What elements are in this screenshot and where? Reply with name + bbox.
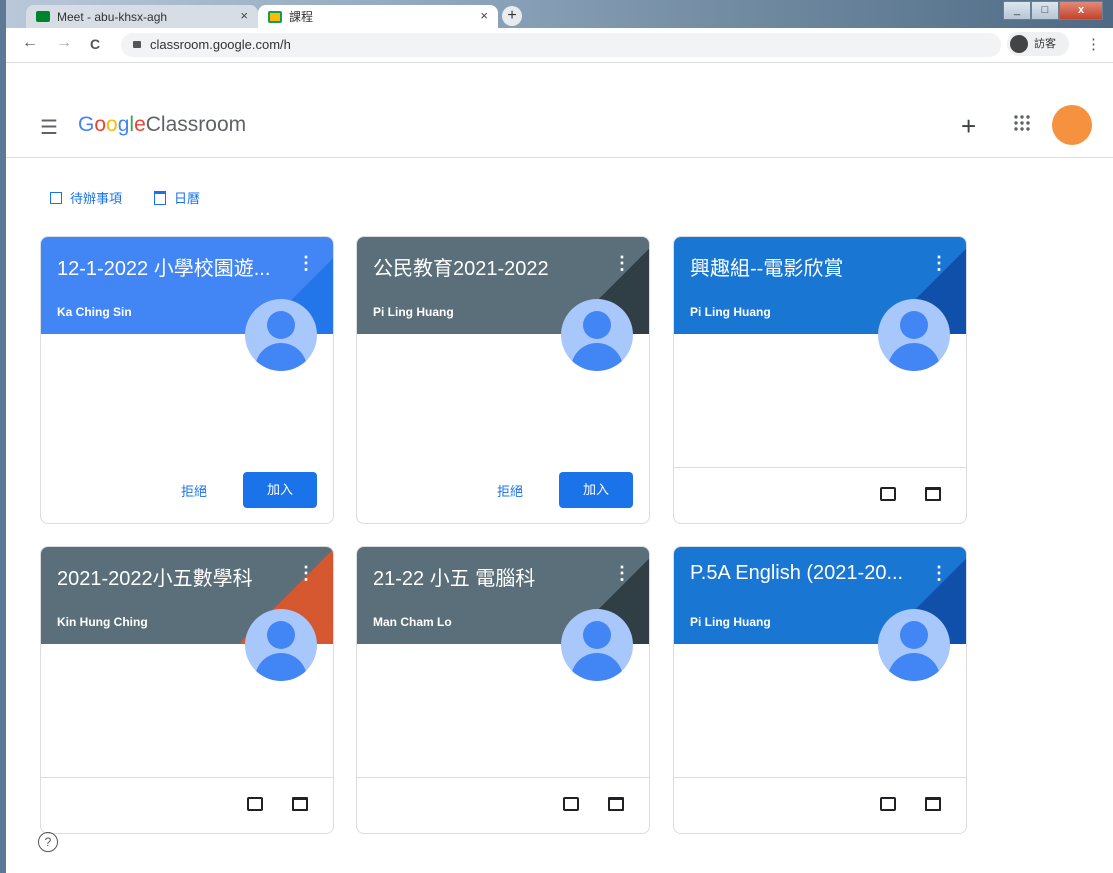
join-button[interactable]: 加入	[243, 472, 317, 508]
profile-label: 訪客	[1034, 38, 1056, 50]
teacher-name: Pi Ling Huang	[690, 615, 771, 629]
teacher-avatar	[561, 299, 633, 371]
more-options-icon[interactable]: ⋮	[613, 563, 631, 584]
teacher-avatar	[878, 299, 950, 371]
url-text: classroom.google.com/h	[150, 37, 291, 52]
profile-icon	[1010, 35, 1028, 53]
window-controls: _ □ x	[1003, 1, 1103, 20]
lock-icon	[133, 41, 141, 48]
class-title[interactable]: P.5A English (2021-20...	[690, 562, 930, 585]
forward-icon[interactable]: →	[56, 34, 72, 52]
drive-folder-icon[interactable]	[925, 487, 941, 501]
more-options-icon[interactable]: ⋮	[297, 253, 315, 274]
join-button[interactable]: 加入	[559, 472, 633, 508]
google-apps-icon[interactable]	[1014, 115, 1030, 136]
calendar-link[interactable]: 日曆	[154, 188, 200, 207]
product-name: Classroom	[145, 113, 247, 136]
class-title[interactable]: 2021-2022小五數學科	[57, 562, 297, 591]
close-tab-icon[interactable]: ×	[480, 8, 488, 23]
class-card[interactable]: 公民教育2021-2022 Pi Ling Huang ⋮ 拒絕 加入	[356, 236, 650, 524]
google-letter: o	[106, 113, 118, 136]
teacher-name: Pi Ling Huang	[373, 305, 454, 319]
main-menu-icon[interactable]: ☰	[40, 115, 58, 140]
reload-icon[interactable]: C	[90, 36, 100, 52]
account-avatar[interactable]	[1052, 105, 1092, 145]
calendar-label: 日曆	[174, 191, 201, 206]
teacher-name: Pi Ling Huang	[690, 305, 771, 319]
create-join-class-icon[interactable]: +	[961, 111, 976, 142]
todo-icon	[50, 191, 62, 204]
reject-button[interactable]: 拒絕	[497, 481, 523, 500]
teacher-avatar	[245, 609, 317, 681]
card-footer	[41, 777, 333, 833]
assignments-portfolio-icon[interactable]	[563, 797, 579, 811]
calendar-icon	[154, 190, 166, 205]
class-title[interactable]: 興趣組--電影欣賞	[690, 252, 930, 281]
classroom-logo[interactable]: GoogleClassroom	[78, 113, 246, 137]
teacher-avatar	[245, 299, 317, 371]
teacher-name: Ka Ching Sin	[57, 305, 132, 319]
class-card[interactable]: 興趣組--電影欣賞 Pi Ling Huang ⋮	[673, 236, 967, 524]
back-icon[interactable]: ←	[22, 34, 38, 52]
assignments-portfolio-icon[interactable]	[880, 797, 896, 811]
classroom-icon	[268, 10, 282, 23]
address-bar: ← → C classroom.google.com/h 訪客 ⋮	[6, 28, 1113, 63]
more-options-icon[interactable]: ⋮	[930, 563, 948, 584]
todo-label: 待辦事項	[70, 191, 123, 206]
minimize-button[interactable]: _	[1003, 1, 1031, 20]
card-footer	[674, 467, 966, 523]
class-title[interactable]: 21-22 小五 電腦科	[373, 562, 613, 591]
class-card[interactable]: 2021-2022小五數學科 Kin Hung Ching ⋮	[40, 546, 334, 834]
url-input[interactable]: classroom.google.com/h	[121, 33, 1001, 57]
title-bar: Meet - abu-khsx-agh × 課程 × + _ □ x	[6, 0, 1113, 28]
card-footer	[674, 777, 966, 833]
reject-button[interactable]: 拒絕	[181, 481, 207, 500]
tab-title: Meet - abu-khsx-agh	[57, 9, 168, 24]
more-options-icon[interactable]: ⋮	[613, 253, 631, 274]
class-card[interactable]: P.5A English (2021-20... Pi Ling Huang ⋮	[673, 546, 967, 834]
more-options-icon[interactable]: ⋮	[930, 253, 948, 274]
teacher-avatar	[878, 609, 950, 681]
google-letter: G	[78, 113, 95, 136]
browser-menu-icon[interactable]: ⋮	[1086, 35, 1101, 53]
drive-folder-icon[interactable]	[608, 797, 624, 811]
classroom-header: ☰ GoogleClassroom +	[6, 97, 1113, 158]
card-footer	[357, 777, 649, 833]
class-card[interactable]: 21-22 小五 電腦科 Man Cham Lo ⋮	[356, 546, 650, 834]
teacher-name: Kin Hung Ching	[57, 615, 148, 629]
teacher-name: Man Cham Lo	[373, 615, 452, 629]
google-letter: g	[117, 113, 130, 136]
close-window-button[interactable]: x	[1059, 1, 1103, 20]
maximize-button[interactable]: □	[1031, 1, 1059, 20]
todo-link[interactable]: 待辦事項	[50, 188, 122, 207]
meet-icon	[36, 11, 50, 22]
google-letter: e	[134, 113, 146, 136]
browser-window: Meet - abu-khsx-agh × 課程 × + _ □ x ← → C…	[6, 0, 1113, 873]
assignments-portfolio-icon[interactable]	[880, 487, 896, 501]
teacher-avatar	[561, 609, 633, 681]
drive-folder-icon[interactable]	[925, 797, 941, 811]
more-options-icon[interactable]: ⋮	[297, 563, 315, 584]
close-tab-icon[interactable]: ×	[240, 8, 248, 23]
profile-button[interactable]: 訪客	[1007, 32, 1069, 56]
tab-classroom[interactable]: 課程 ×	[258, 5, 498, 28]
class-card[interactable]: 12-1-2022 小學校園遊... Ka Ching Sin ⋮ 拒絕 加入	[40, 236, 334, 524]
class-title[interactable]: 公民教育2021-2022	[373, 252, 613, 281]
class-title[interactable]: 12-1-2022 小學校園遊...	[57, 252, 297, 281]
tab-title: 課程	[289, 10, 314, 24]
drive-folder-icon[interactable]	[292, 797, 308, 811]
new-tab-button[interactable]: +	[502, 6, 522, 26]
google-wordmark: Google	[78, 113, 146, 136]
tab-meet[interactable]: Meet - abu-khsx-agh ×	[26, 5, 258, 28]
help-icon[interactable]: ?	[38, 832, 58, 852]
google-letter: o	[94, 113, 107, 136]
assignments-portfolio-icon[interactable]	[247, 797, 263, 811]
